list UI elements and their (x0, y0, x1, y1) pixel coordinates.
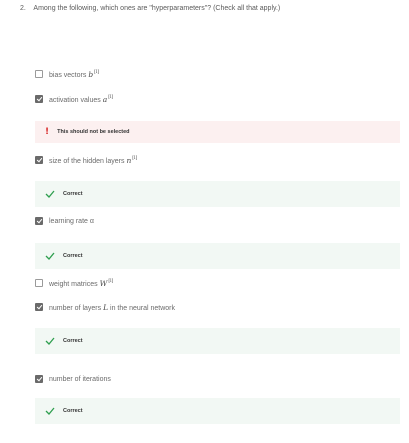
option-learning-rate[interactable]: learning rate α (35, 215, 94, 227)
checkmark-icon (45, 252, 55, 260)
feedback-correct: Correct (35, 243, 400, 269)
checkbox-unchecked[interactable] (35, 70, 43, 78)
option-hidden-layer-size[interactable]: size of the hidden layers n[l] (35, 154, 137, 166)
option-number-of-iterations[interactable]: number of iterations (35, 373, 111, 385)
feedback-correct-text: Correct (63, 338, 83, 344)
option-label: bias vectors b[l] (49, 69, 100, 79)
option-label: number of iterations (49, 375, 111, 383)
option-label: learning rate α (49, 217, 94, 225)
checkbox-checked[interactable] (35, 95, 43, 103)
checkbox-unchecked[interactable] (35, 279, 43, 287)
option-label: number of layers L in the neural network (49, 302, 176, 312)
exclamation-icon: ! (45, 126, 50, 137)
feedback-correct: Correct (35, 181, 400, 207)
option-label: weight matrices W[l] (49, 278, 114, 288)
option-number-of-layers[interactable]: number of layers L in the neural network (35, 301, 175, 313)
checkbox-checked[interactable] (35, 156, 43, 164)
feedback-wrong: ! This should not be selected (35, 121, 400, 143)
option-weight-matrices[interactable]: weight matrices W[l] (35, 277, 113, 289)
feedback-correct: Correct (35, 398, 400, 424)
checkmark-icon (45, 407, 55, 415)
option-label: size of the hidden layers n[l] (49, 155, 138, 165)
checkmark-icon (45, 337, 55, 345)
feedback-correct: Correct (35, 328, 400, 354)
feedback-correct-text: Correct (63, 408, 83, 414)
question-header: 2. Among the following, which ones are "… (20, 5, 280, 12)
feedback-correct-text: Correct (63, 191, 83, 197)
option-activation-values[interactable]: activation values a[l] (35, 93, 113, 105)
feedback-wrong-text: This should not be selected (57, 129, 130, 135)
question-text: Among the following, which ones are "hyp… (33, 5, 281, 12)
checkbox-checked[interactable] (35, 303, 43, 311)
feedback-correct-text: Correct (63, 253, 83, 259)
checkbox-checked[interactable] (35, 375, 43, 383)
question-number: 2. (20, 5, 26, 12)
checkbox-checked[interactable] (35, 217, 43, 225)
option-label: activation values a[l] (49, 94, 114, 104)
checkmark-icon (45, 190, 55, 198)
option-bias-vectors[interactable]: bias vectors b[l] (35, 68, 99, 80)
